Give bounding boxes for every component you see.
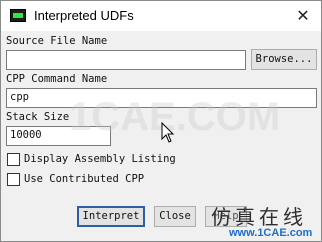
use-contributed-cpp-checkbox[interactable] [7,173,20,186]
help-button[interactable]: Help [205,206,247,227]
cpp-command-label: CPP Command Name [6,73,108,85]
title-bar: Interpreted UDFs ✕ [1,1,321,31]
display-assembly-label: Display Assembly Listing [24,153,176,165]
use-contributed-cpp-label: Use Contributed CPP [24,173,145,185]
source-file-label: Source File Name [6,35,108,47]
window-title: Interpreted UDFs [34,8,134,23]
interpret-button[interactable]: Interpret [77,206,145,227]
close-button[interactable]: Close [154,206,196,227]
mouse-cursor-icon [161,122,175,143]
stack-size-input[interactable]: 10000 [6,126,111,146]
watermark-brand-url: www.1CAE.com [229,227,313,239]
app-icon [10,9,26,22]
stack-size-label: Stack Size [6,111,70,123]
browse-button[interactable]: Browse... [251,49,317,70]
cpp-command-input[interactable]: cpp [6,88,317,108]
interpreted-udfs-dialog: Interpreted UDFs ✕ Source File Name Brow… [0,0,322,242]
close-icon[interactable]: ✕ [289,4,317,28]
source-file-input[interactable] [6,50,246,70]
display-assembly-checkbox[interactable] [7,153,20,166]
